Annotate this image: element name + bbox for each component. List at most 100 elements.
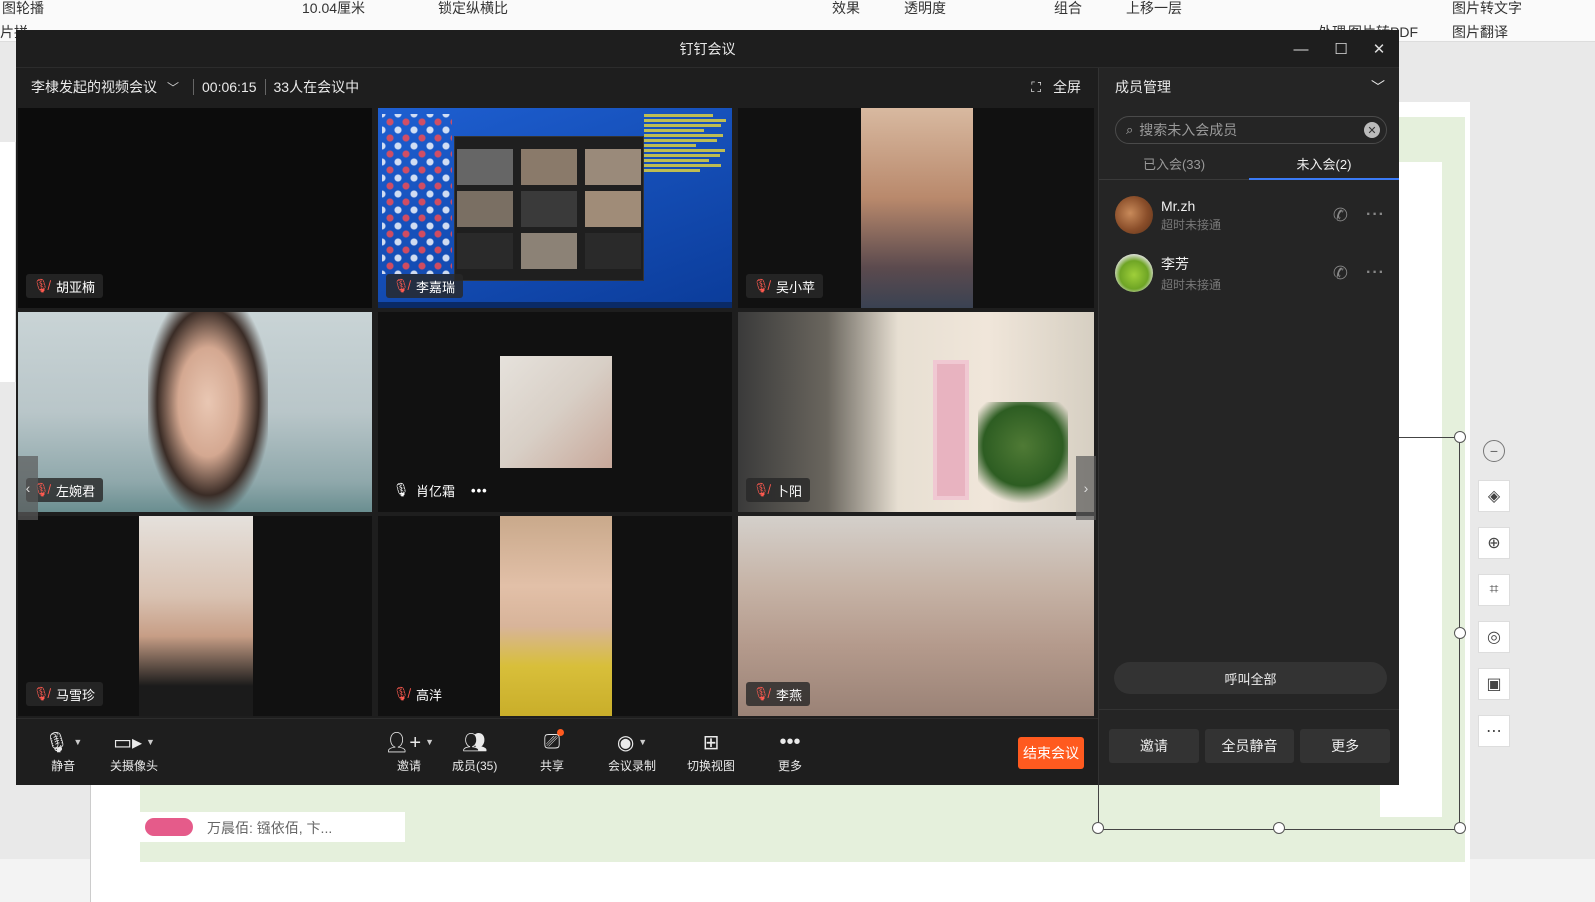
ribbon-item[interactable]: 图片翻译: [1452, 22, 1508, 42]
members-button[interactable]: 👥︎ 成员(35): [452, 729, 497, 774]
participant-name: 左婉君: [56, 483, 96, 499]
microphone-icon: 🎙︎: [44, 731, 70, 754]
share-button[interactable]: ⎚ 共享: [540, 729, 564, 774]
member-row[interactable]: Mr.zh 超时未接通 ✆ ···: [1099, 186, 1399, 244]
member-panel: 成员管理 ﹀ ⌕ 搜索未入会成员 ✕ 已入会(33) 未入会(2) Mr.zh …: [1098, 68, 1399, 785]
avatar: [1115, 254, 1153, 292]
camera-feed: [500, 516, 612, 716]
members-label: 成员(35): [452, 759, 498, 773]
ribbon-item[interactable]: 10.04厘米: [302, 0, 365, 18]
fullscreen-button[interactable]: ⛶ 全屏: [1031, 77, 1081, 97]
resize-handle[interactable]: [1454, 627, 1466, 639]
image-convert-icon[interactable]: ▣: [1478, 668, 1510, 700]
ribbon-item[interactable]: 锁定纵横比: [438, 0, 508, 18]
video-tile[interactable]: 🎙︎̸ 左婉君: [18, 312, 372, 512]
switch-view-button[interactable]: ⊞ 切换视图: [687, 729, 735, 774]
participant-nameplate: 🎙︎̸ 胡亚楠: [26, 274, 104, 298]
mute-all-button[interactable]: 全员静音: [1204, 729, 1295, 763]
next-page-button[interactable]: ›: [1076, 456, 1096, 520]
member-search-input[interactable]: ⌕ 搜索未入会成员 ✕: [1115, 116, 1387, 144]
camera-feed-plant: [978, 402, 1068, 512]
camera-feed: [148, 312, 268, 512]
caret-down-icon[interactable]: ▼: [73, 737, 82, 747]
member-row[interactable]: 李芳 超时未接通 ✆ ···: [1099, 244, 1399, 302]
video-tile[interactable]: 🎙︎̸ 胡亚楠: [18, 108, 372, 308]
ribbon-item[interactable]: 组合: [1054, 0, 1082, 18]
zoom-in-icon[interactable]: ⊕: [1478, 527, 1510, 559]
crop-icon[interactable]: ⌗: [1478, 574, 1510, 606]
mic-muted-icon: 🎙︎̸: [752, 278, 770, 293]
video-tile[interactable]: 🎙︎̸ 马雪珍: [18, 516, 372, 716]
tab-joined[interactable]: 已入会(33): [1099, 148, 1249, 179]
participant-nameplate: 🎙︎̸ 马雪珍: [26, 682, 104, 706]
record-button[interactable]: ◉ ▼ 会议录制: [608, 729, 656, 774]
participant-nameplate: 🎙︎̸ 高洋: [386, 682, 450, 706]
more-button[interactable]: ••• 更多: [778, 729, 802, 774]
panel-more-button[interactable]: 更多: [1300, 729, 1391, 763]
ribbon-item[interactable]: 图片转文字: [1452, 0, 1522, 18]
note-text: 万晨佰: 镪依佰, 卞...: [207, 820, 333, 836]
video-tile[interactable]: 🎙︎̸ 卜阳: [738, 312, 1094, 512]
mute-button[interactable]: 🎙︎ ▼ 静音: [44, 729, 82, 774]
divider: [193, 79, 195, 95]
phone-icon[interactable]: ✆: [1333, 263, 1348, 284]
video-tile[interactable]: 🎙︎ 肖亿霜 •••: [378, 312, 732, 512]
people-icon: 👥︎: [461, 731, 488, 754]
desktop-icons: [382, 114, 452, 274]
caret-down-icon[interactable]: ▼: [425, 737, 434, 747]
caret-down-icon[interactable]: ▼: [638, 737, 647, 747]
participant-name: 马雪珍: [56, 687, 96, 703]
ribbon-item[interactable]: 透明度: [904, 0, 946, 18]
ribbon-item[interactable]: 效果: [832, 0, 860, 18]
meeting-name[interactable]: 李棣发起的视频会议: [31, 77, 157, 97]
caret-down-icon[interactable]: ▼: [146, 737, 155, 747]
search-placeholder: 搜索未入会成员: [1139, 122, 1238, 138]
record-label: 会议录制: [608, 759, 657, 773]
chevron-down-icon[interactable]: ﹀: [1371, 77, 1385, 97]
video-tile-screen-share[interactable]: 🎙︎̸ 李嘉瑞: [378, 108, 732, 308]
resize-handle[interactable]: [1273, 822, 1285, 834]
collapse-icon[interactable]: −: [1483, 440, 1505, 462]
close-button[interactable]: ✕: [1359, 30, 1399, 68]
participant-name: 肖亿霜: [416, 483, 456, 499]
video-tile[interactable]: 🎙︎̸ 高洋: [378, 516, 732, 716]
participant-name: 李嘉瑞: [416, 279, 456, 295]
call-all-button[interactable]: 呼叫全部: [1114, 662, 1387, 694]
maximize-button[interactable]: ☐: [1321, 30, 1361, 68]
resize-handle[interactable]: [1454, 431, 1466, 443]
thumbnail-strip[interactable]: [0, 142, 16, 382]
meeting-window: 钉钉会议 — ☐ ✕ 李棣发起的视频会议 ﹀ 00:06:15 33人在会议中 …: [16, 30, 1399, 785]
ribbon-item[interactable]: 图轮播: [2, 0, 44, 18]
more-options-icon[interactable]: •••: [471, 483, 488, 498]
clear-icon[interactable]: ✕: [1364, 122, 1380, 138]
video-tile[interactable]: 🎙︎̸ 李燕: [738, 516, 1094, 716]
invite-member-button[interactable]: 邀请: [1109, 729, 1199, 763]
camera-toggle-button[interactable]: ▭▸ ▼ 关摄像头: [110, 729, 158, 774]
divider: [264, 79, 266, 95]
lightbulb-icon[interactable]: ◎: [1478, 621, 1510, 653]
tab-not-joined[interactable]: 未入会(2): [1249, 148, 1399, 180]
ribbon-item[interactable]: 上移一层: [1126, 0, 1182, 18]
more-icon[interactable]: ⋯: [1478, 715, 1510, 747]
member-status: 超时未接通: [1161, 277, 1222, 292]
resize-handle[interactable]: [1454, 822, 1466, 834]
video-tile[interactable]: 🎙︎̸ 吴小苹: [738, 108, 1094, 308]
mic-muted-icon: 🎙︎̸: [392, 686, 410, 701]
mic-muted-icon: 🎙︎̸: [392, 278, 410, 293]
resize-handle[interactable]: [1092, 822, 1104, 834]
meeting-info-bar: 李棣发起的视频会议 ﹀ 00:06:15 33人在会议中 ⛶ 全屏: [16, 68, 1098, 106]
participant-nameplate: 🎙︎̸ 李燕: [746, 682, 811, 706]
layers-icon[interactable]: ◈: [1478, 480, 1510, 512]
invite-button[interactable]: 👤︎+ ▼ 邀请: [384, 729, 434, 774]
window-title: 钉钉会议: [679, 40, 736, 57]
end-meeting-button[interactable]: 结束会议: [1018, 737, 1084, 769]
member-name: Mr.zh: [1161, 197, 1196, 214]
more-options-icon[interactable]: ···: [1366, 206, 1385, 224]
grid-view-icon: ⊞: [702, 731, 720, 754]
chevron-down-icon[interactable]: ﹀: [167, 79, 179, 96]
more-options-icon[interactable]: ···: [1366, 264, 1385, 282]
shared-taskbar: [378, 302, 732, 308]
phone-icon[interactable]: ✆: [1333, 205, 1348, 226]
previous-page-button[interactable]: ‹: [18, 456, 38, 520]
minimize-button[interactable]: —: [1281, 30, 1321, 68]
